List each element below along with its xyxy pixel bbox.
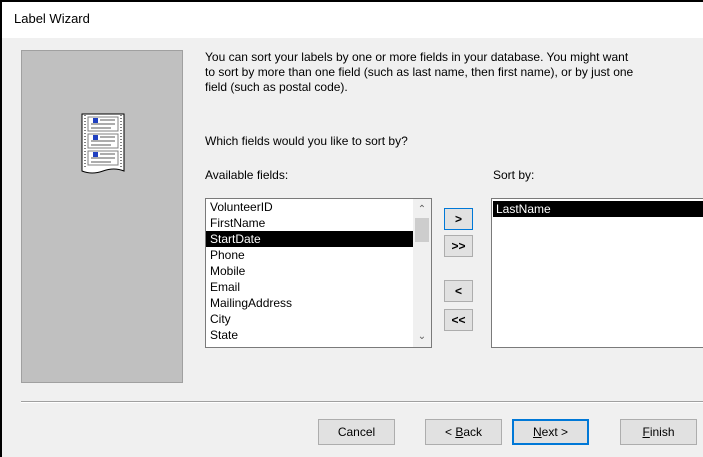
- chevron-down-icon[interactable]: ⌄: [413, 328, 431, 345]
- finish-label-rest: inish: [649, 425, 675, 439]
- title-bar: Label Wizard: [2, 2, 703, 38]
- list-item[interactable]: FirstName: [206, 215, 414, 231]
- scroll-thumb[interactable]: [415, 218, 429, 242]
- list-item-selected[interactable]: StartDate: [206, 231, 414, 247]
- finish-button[interactable]: Finish: [620, 419, 697, 445]
- back-label-rest: ack: [463, 425, 483, 439]
- list-item[interactable]: State: [206, 327, 414, 343]
- cancel-button[interactable]: Cancel: [318, 419, 395, 445]
- list-item[interactable]: Mobile: [206, 263, 414, 279]
- next-label-rest: ext >: [541, 425, 569, 439]
- illustration-panel: [21, 50, 183, 383]
- list-item[interactable]: MailingAddress: [206, 295, 414, 311]
- next-accelerator: N: [532, 425, 542, 439]
- available-fields-list[interactable]: VolunteerID FirstName StartDate Phone Mo…: [205, 198, 432, 348]
- sort-list-item[interactable]: LastName: [493, 201, 703, 217]
- add-all-fields-button[interactable]: >>: [444, 235, 473, 257]
- sort-by-label: Sort by:: [493, 168, 535, 182]
- list-item[interactable]: Email: [206, 279, 414, 295]
- list-item[interactable]: Phone: [206, 247, 414, 263]
- finish-accelerator: F: [642, 425, 650, 439]
- instruction-line-2: to sort by more than one field (such as …: [205, 65, 634, 79]
- window-title: Label Wizard: [14, 11, 90, 26]
- vertical-scrollbar[interactable]: ⌃ ⌄: [413, 199, 431, 347]
- list-item[interactable]: VolunteerID: [206, 199, 414, 215]
- instruction-text: You can sort your labels by one or more …: [205, 50, 703, 95]
- sort-by-list[interactable]: LastName: [491, 198, 703, 348]
- remove-all-fields-button[interactable]: <<: [444, 309, 473, 331]
- list-item[interactable]: City: [206, 311, 414, 327]
- add-field-button[interactable]: >: [444, 208, 473, 230]
- label-wizard-window: Label Wizard You can sort your labels by…: [0, 0, 703, 457]
- chevron-up-icon[interactable]: ⌃: [413, 201, 431, 218]
- sort-question: Which fields would you like to sort by?: [205, 134, 408, 148]
- next-button[interactable]: Next >: [512, 419, 589, 445]
- back-prefix: <: [444, 425, 456, 439]
- available-fields-label: Available fields:: [205, 168, 289, 182]
- divider: [21, 401, 703, 403]
- remove-field-button[interactable]: <: [444, 280, 473, 302]
- back-button[interactable]: < Back: [425, 419, 502, 445]
- instruction-line-3: field (such as postal code).: [205, 80, 348, 94]
- label-sheet-icon: [81, 113, 125, 174]
- instruction-line-1: You can sort your labels by one or more …: [205, 50, 629, 64]
